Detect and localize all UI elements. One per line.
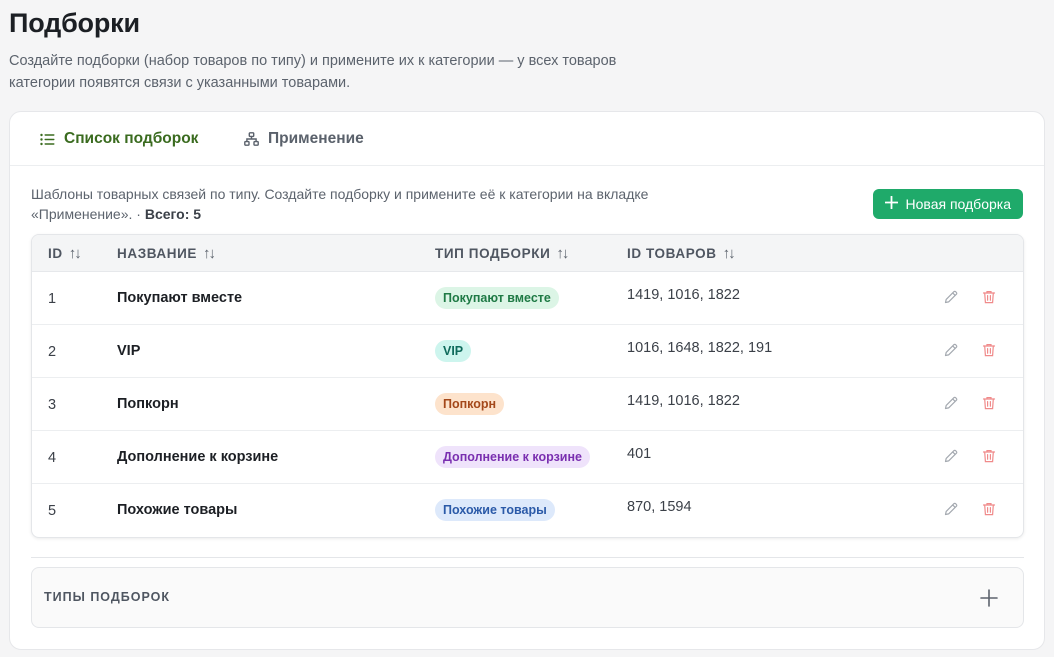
row-id: 1 (48, 291, 57, 307)
type-badge: Покупают вместе (435, 287, 559, 309)
table-header: ID ↑↓ НАЗВАНИЕ ↑↓ ТИП ПОДБОРКИ ↑↓ ID ТОВ… (32, 235, 1023, 272)
row-product-ids: 1419, 1016, 1822 (627, 393, 740, 409)
type-badge: VIP (435, 340, 472, 362)
row-product-ids: 870, 1594 (627, 499, 692, 515)
edit-pencil-icon[interactable] (943, 448, 961, 466)
column-label: ID ТОВАРОВ (627, 246, 717, 261)
tab-label: Применение (268, 130, 364, 147)
row-name: VIP (117, 343, 141, 359)
sort-icon: ↑↓ (203, 245, 216, 262)
edit-pencil-icon[interactable] (943, 501, 961, 519)
column-label: ID (48, 246, 63, 261)
delete-trash-icon[interactable] (981, 395, 999, 413)
list-icon (40, 133, 55, 146)
type-badge: Дополнение к корзине (435, 446, 590, 468)
total-count: Всего: 5 (144, 206, 202, 222)
section-divider (31, 557, 1024, 558)
sort-icon: ↑↓ (722, 245, 736, 262)
row-name: Покупают вместе (117, 290, 243, 306)
table-row: 2 VIP VIP 1016, 1648, 1822, 191 (32, 325, 1023, 378)
row-name: Дополнение к корзине (117, 449, 279, 465)
row-id: 5 (48, 503, 57, 519)
edit-pencil-icon[interactable] (943, 395, 961, 413)
column-label: ТИП ПОДБОРКИ (435, 246, 551, 261)
edit-pencil-icon[interactable] (943, 342, 961, 360)
column-header-type[interactable]: ТИП ПОДБОРКИ ↑↓ (435, 235, 569, 272)
table-row: 5 Похожие товары Похожие товары 870, 1594 (32, 484, 1023, 537)
expand-plus-icon[interactable] (979, 588, 999, 608)
intro-description: Шаблоны товарных связей по типу. Создайт… (31, 186, 649, 222)
row-name: Похожие товары (117, 502, 238, 518)
row-type: VIP (435, 340, 472, 362)
edit-pencil-icon[interactable] (943, 289, 961, 307)
sort-icon: ↑↓ (556, 245, 569, 262)
tab-label: Список подборок (64, 130, 199, 147)
delete-trash-icon[interactable] (981, 289, 999, 307)
row-id: 4 (48, 450, 57, 466)
row-type: Дополнение к корзине (435, 446, 590, 468)
row-product-ids: 1419, 1016, 1822 (627, 287, 740, 303)
collection-types-section[interactable]: ТИПЫ ПОДБОРОК (31, 567, 1024, 628)
tab-collections-list[interactable]: Список подборок (40, 128, 198, 150)
row-id: 2 (48, 344, 57, 360)
row-name: Попкорн (117, 396, 179, 412)
row-id: 3 (48, 397, 57, 413)
collections-card: Список подборок Применение Шаблоны товар… (9, 111, 1045, 650)
plus-icon (884, 195, 898, 212)
type-badge: Похожие товары (435, 499, 555, 521)
column-header-id[interactable]: ID ↑↓ (48, 235, 82, 272)
delete-trash-icon[interactable] (981, 342, 999, 360)
tab-bar: Список подборок Применение (10, 112, 1044, 166)
new-collection-label: Новая подборка (905, 196, 1011, 212)
table-row: 1 Покупают вместе Покупают вместе 1419, 101… (32, 272, 1023, 325)
row-product-ids: 401 (627, 446, 652, 462)
table-row: 4 Дополнение к корзине Дополнение к корзин… (32, 431, 1023, 484)
collections-table: ID ↑↓ НАЗВАНИЕ ↑↓ ТИП ПОДБОРКИ ↑↓ ID ТОВ… (31, 234, 1024, 538)
table-row: 3 Попкорн Попкорн 1419, 1016, 1822 (32, 378, 1023, 431)
sort-icon: ↑↓ (68, 245, 82, 262)
row-type: Покупают вместе (435, 287, 559, 309)
column-header-name[interactable]: НАЗВАНИЕ ↑↓ (117, 235, 216, 272)
column-label: НАЗВАНИЕ (117, 246, 198, 261)
delete-trash-icon[interactable] (981, 448, 999, 466)
collection-types-label: ТИПЫ ПОДБОРОК (44, 590, 170, 604)
sitemap-icon (244, 132, 259, 146)
page-description: Создайте подборки (набор товаров по типу… (9, 53, 617, 91)
row-type: Попкорн (435, 393, 505, 415)
column-header-product-ids[interactable]: ID ТОВАРОВ ↑↓ (627, 235, 736, 272)
type-badge: Попкорн (435, 393, 505, 415)
new-collection-button[interactable]: Новая подборка (872, 189, 1023, 219)
tab-apply[interactable]: Применение (244, 128, 364, 150)
delete-trash-icon[interactable] (981, 501, 999, 519)
intro-text: Шаблоны товарных связей по типу. Создайт… (31, 184, 721, 224)
row-product-ids: 1016, 1648, 1822, 191 (627, 340, 773, 356)
page-title: Подборки (9, 8, 140, 38)
row-type: Похожие товары (435, 499, 555, 521)
